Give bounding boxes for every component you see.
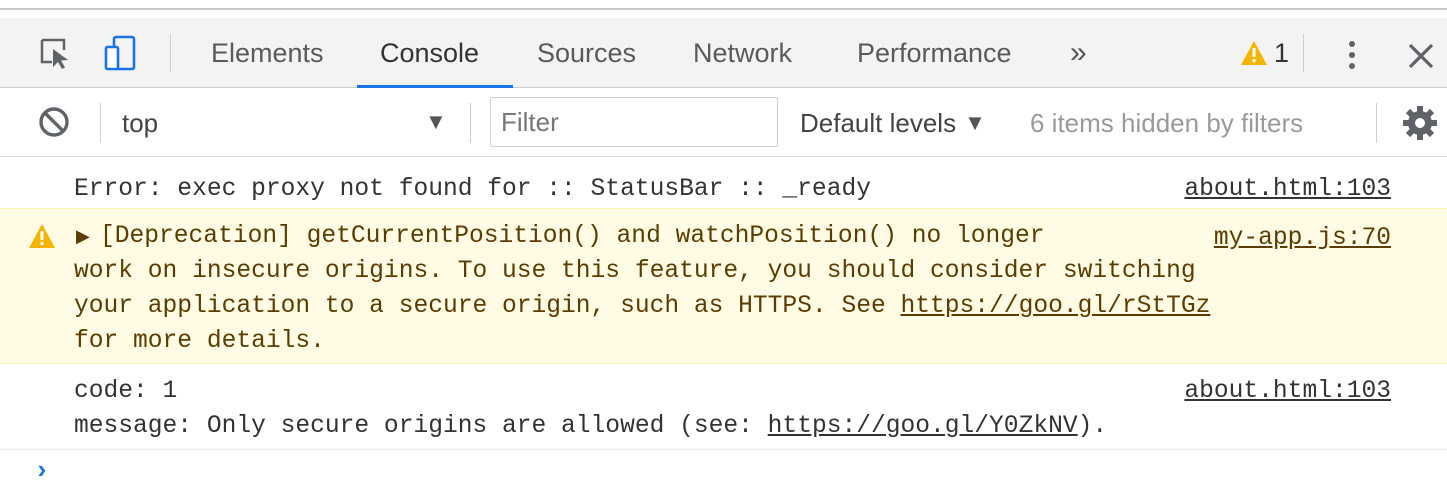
tab-sources[interactable]: Sources xyxy=(537,18,636,88)
window-top-edge xyxy=(0,0,1447,10)
console-toolbar: top ▼ Default levels ▼ 6 items hidden by… xyxy=(0,89,1447,157)
kebab-menu-icon[interactable] xyxy=(1340,38,1364,72)
warning-count: 1 xyxy=(1274,37,1290,68)
message-text: your application to a secure origin, suc… xyxy=(74,293,901,320)
hidden-items-text: 6 items hidden by filters xyxy=(1030,107,1304,138)
tab-label: Performance xyxy=(857,37,1012,68)
message-text: message: Only secure origins are allowed… xyxy=(74,413,768,440)
tab-console[interactable]: Console xyxy=(380,18,479,88)
message-source-link[interactable]: my-app.js:70 xyxy=(1214,221,1391,256)
context-label: top xyxy=(122,107,159,138)
active-tab-indicator xyxy=(357,85,513,88)
console-message-warning: ▶ [Deprecation] getCurrentPosition() and… xyxy=(0,208,1447,364)
warning-triangle-icon xyxy=(1241,41,1267,65)
log-levels-dropdown[interactable]: Default levels ▼ xyxy=(800,89,986,157)
tab-performance[interactable]: Performance xyxy=(857,18,1012,88)
tab-label: Elements xyxy=(211,37,324,68)
chevron-double-right-icon[interactable]: » xyxy=(1070,18,1087,88)
clear-console-icon[interactable] xyxy=(36,104,72,140)
tab-elements[interactable]: Elements xyxy=(211,18,324,88)
tab-label: Console xyxy=(380,37,480,68)
gear-icon[interactable] xyxy=(1400,103,1440,143)
toolbar-separator xyxy=(470,103,471,143)
triangle-down-icon[interactable]: ▼ xyxy=(425,109,447,135)
device-toolbar-icon[interactable] xyxy=(104,35,138,71)
message-text-line: your application to a secure origin, suc… xyxy=(74,289,1210,324)
tab-label: Sources xyxy=(537,37,637,68)
tabbar-separator xyxy=(170,34,171,72)
log-levels-label: Default levels xyxy=(800,107,957,138)
message-text-line: code: 1 xyxy=(74,378,178,405)
tab-network[interactable]: Network xyxy=(693,18,792,88)
close-icon[interactable] xyxy=(1405,40,1437,72)
toolbar-separator xyxy=(100,103,101,143)
hidden-items-note: 6 items hidden by filters xyxy=(1030,89,1303,157)
message-source-link[interactable]: about.html:103 xyxy=(1184,172,1391,207)
triangle-down-icon: ▼ xyxy=(964,110,986,135)
warning-triangle-icon xyxy=(29,224,55,248)
console-message-error: Error: exec proxy not found for :: Statu… xyxy=(0,170,1447,207)
inspect-element-icon[interactable] xyxy=(38,36,72,70)
message-text: Error: exec proxy not found for :: Statu… xyxy=(74,176,871,203)
toolbar-separator xyxy=(1376,103,1377,143)
message-url-link[interactable]: https://goo.gl/Y0ZkNV xyxy=(768,413,1078,440)
console-prompt: › xyxy=(34,456,50,485)
message-text-line: work on insecure origins. To use this fe… xyxy=(74,258,1196,285)
devtools-tabbar: Elements Console Sources Network Perform… xyxy=(0,18,1447,88)
message-source-link[interactable]: about.html:103 xyxy=(1184,374,1391,409)
tab-label: Network xyxy=(693,37,793,68)
message-text-line: for more details. xyxy=(74,328,325,355)
more-tabs-glyph: » xyxy=(1070,36,1087,69)
warning-counter[interactable]: 1 xyxy=(1240,18,1289,88)
message-text-line: message: Only secure origins are allowed… xyxy=(74,409,1107,444)
message-url-link[interactable]: https://goo.gl/rStTGz xyxy=(901,293,1211,320)
tabbar-separator xyxy=(1303,34,1304,72)
message-text: ). xyxy=(1077,413,1108,440)
console-message-log: code: 1 about.html:103 message: Only sec… xyxy=(0,372,1447,450)
context-selector[interactable]: top xyxy=(122,89,158,157)
message-text-line: [Deprecation] getCurrentPosition() and w… xyxy=(100,223,1045,250)
filter-input[interactable] xyxy=(490,97,778,147)
chevron-right-icon[interactable]: › xyxy=(34,456,50,485)
triangle-right-icon[interactable]: ▶ xyxy=(76,221,90,256)
